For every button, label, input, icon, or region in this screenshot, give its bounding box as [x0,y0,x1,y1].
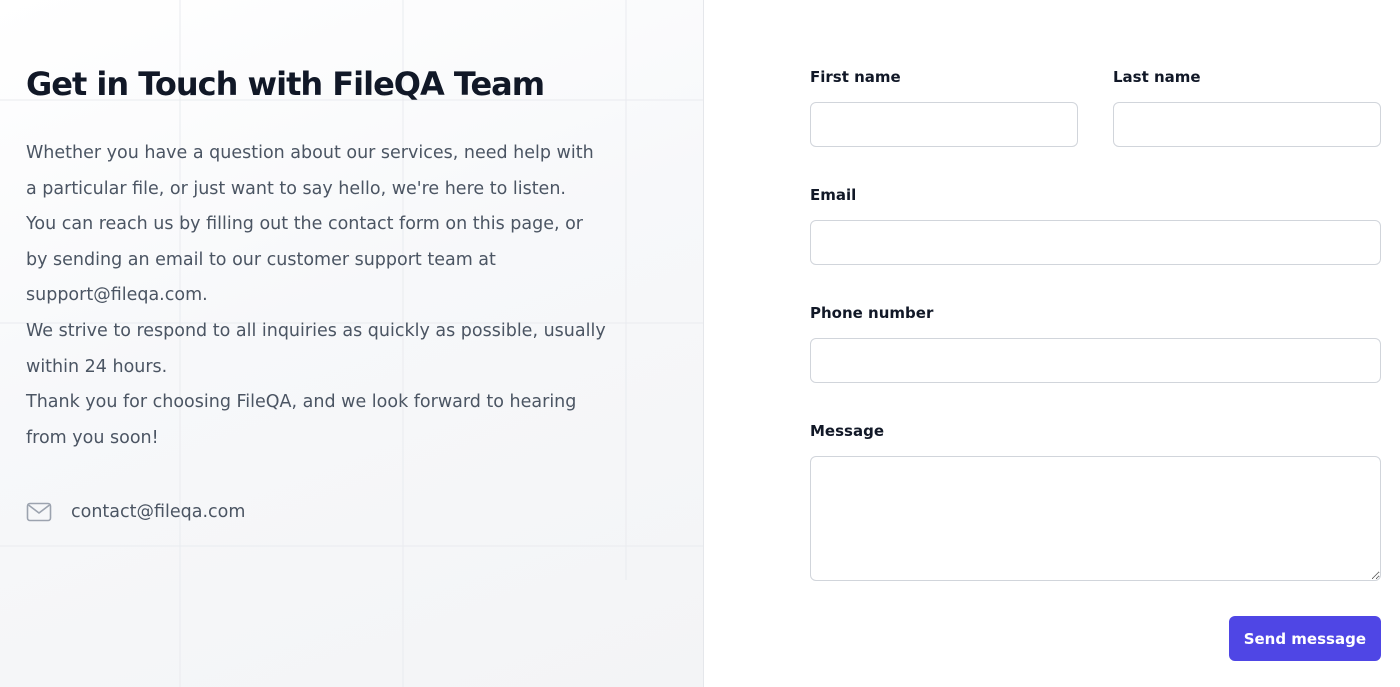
contact-email-link[interactable]: contact@fileqa.com [71,502,245,522]
intro-paragraph: Whether you have a question about our se… [26,143,594,199]
last-name-field[interactable] [1113,102,1381,147]
contact-form-panel: First name Last name Email Phone number … [704,0,1400,687]
name-row: First name Last name [810,66,1381,147]
email-label: Email [810,186,857,204]
intro-paragraph: You can reach us by filling out the cont… [26,214,583,306]
contact-form: First name Last name Email Phone number … [810,66,1381,661]
intro-paragraph: We strive to respond to all inquiries as… [26,320,606,377]
send-message-button[interactable]: Send message [1228,616,1381,661]
first-name-field[interactable] [810,102,1078,147]
phone-group: Phone number [810,302,1381,383]
first-name-group: First name [810,66,1078,147]
message-label: Message [810,422,884,440]
contact-info-panel: Get in Touch with FileQA Team Whether yo… [0,0,704,687]
message-group: Message [810,420,1381,581]
form-actions: Send message [810,616,1381,661]
last-name-label: Last name [1113,68,1201,86]
page-title: Get in Touch with FileQA Team [26,65,545,103]
mail-icon [26,502,52,522]
first-name-label: First name [810,68,901,86]
intro-text: Whether you have a question about our se… [26,136,606,456]
last-name-group: Last name [1113,66,1381,147]
phone-label: Phone number [810,304,934,322]
message-field[interactable] [810,456,1381,581]
contact-page: Get in Touch with FileQA Team Whether yo… [0,0,1400,687]
intro-paragraph: Thank you for choosing FileQA, and we lo… [26,392,577,448]
contact-info-content: Get in Touch with FileQA Team Whether yo… [26,62,626,456]
phone-number-field[interactable] [810,338,1381,383]
contact-email-row: contact@fileqa.com [26,496,245,528]
email-group: Email [810,184,1381,265]
email-field[interactable] [810,220,1381,265]
